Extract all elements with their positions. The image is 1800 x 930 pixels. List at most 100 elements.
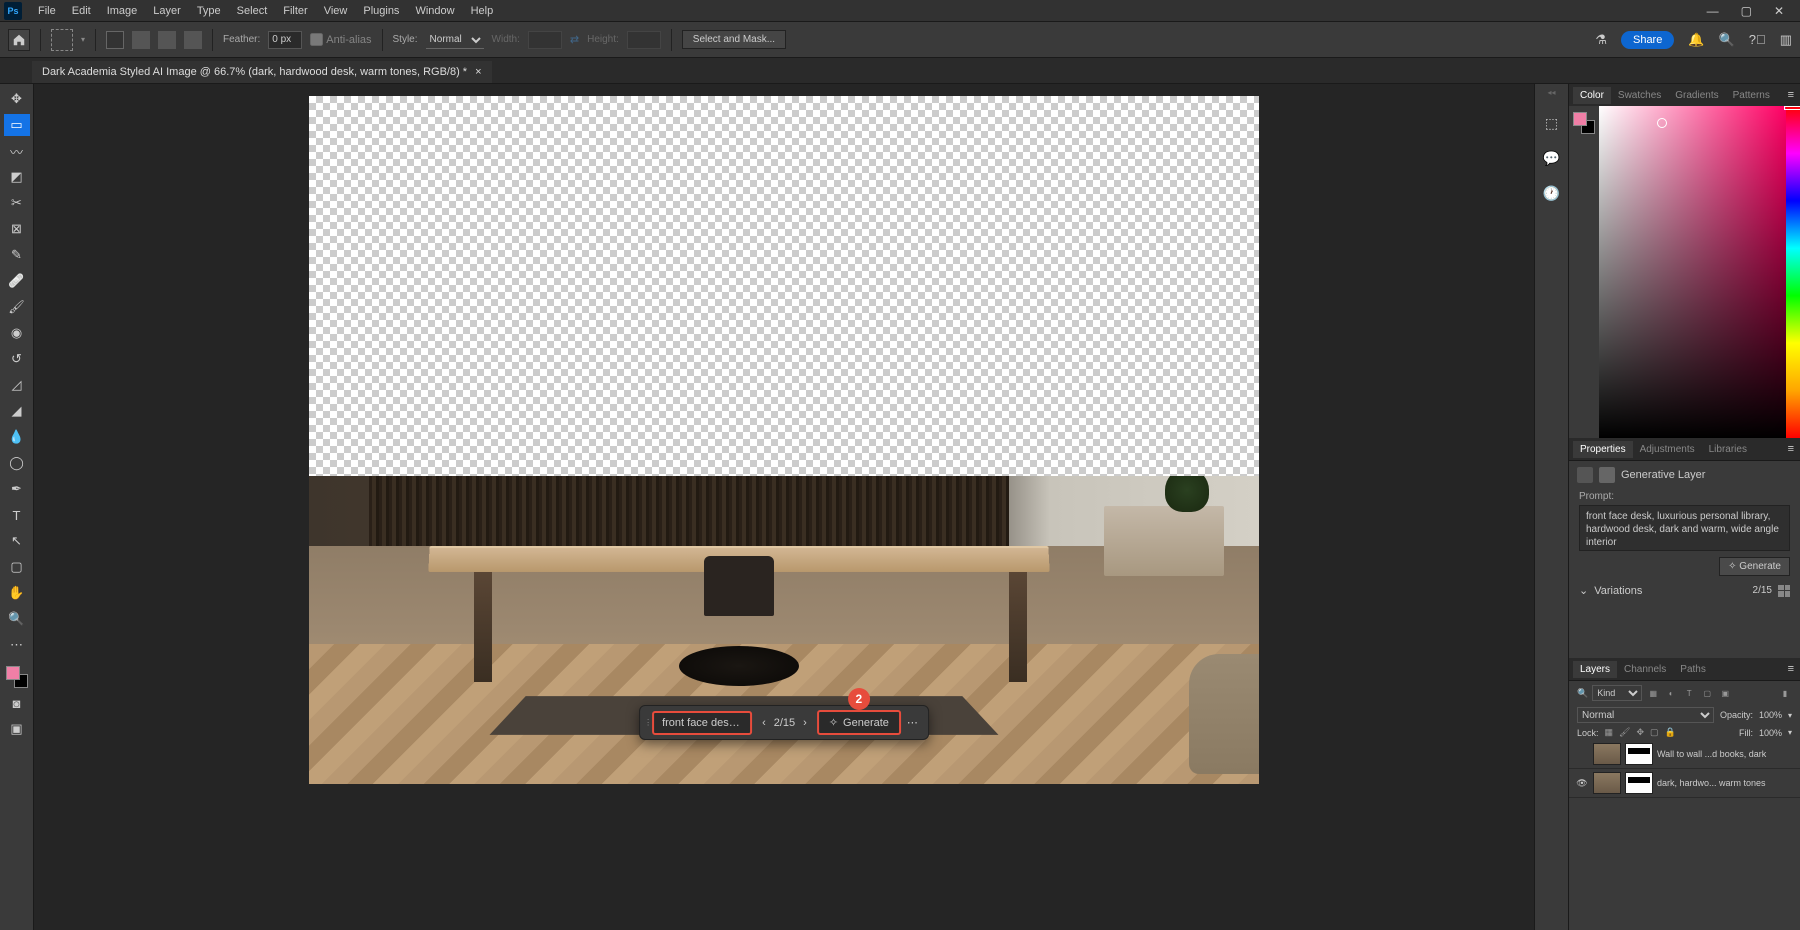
menu-filter[interactable]: Filter (275, 3, 315, 19)
menu-window[interactable]: Window (407, 3, 462, 19)
brush-panel-icon[interactable]: ⬚ (1545, 115, 1558, 132)
filter-smart-icon[interactable]: ▣ (1718, 686, 1732, 700)
menu-edit[interactable]: Edit (64, 3, 99, 19)
next-variation-icon[interactable]: › (799, 715, 811, 731)
lock-position-icon[interactable]: ✥ (1636, 727, 1644, 738)
hand-tool[interactable]: ✋ (4, 582, 30, 604)
tab-libraries[interactable]: Libraries (1702, 441, 1754, 458)
dodge-tool[interactable]: ◯ (4, 452, 30, 474)
prompt-input[interactable]: 1 front face desk,... (652, 711, 752, 735)
rectangle-tool[interactable]: ▢ (4, 556, 30, 578)
search-icon[interactable]: 🔍 (1719, 32, 1735, 48)
layer-visibility-toggle[interactable]: 👁 (1575, 778, 1589, 789)
layer-filter-select[interactable]: Kind (1592, 685, 1642, 701)
variations-grid-icon[interactable] (1778, 585, 1790, 597)
tab-color[interactable]: Color (1573, 87, 1611, 104)
layers-panel-menu-icon[interactable]: ≡ (1782, 663, 1800, 675)
healing-brush-tool[interactable]: 🩹 (4, 270, 30, 292)
properties-generate-button[interactable]: ✧ Generate (1719, 557, 1790, 576)
gradient-tool[interactable]: ◢ (4, 400, 30, 422)
opacity-dropdown-icon[interactable]: ▾ (1788, 711, 1792, 720)
tab-gradients[interactable]: Gradients (1668, 87, 1725, 104)
marquee-tool[interactable]: ▭ (4, 114, 30, 136)
maximize-icon[interactable]: ▢ (1741, 4, 1752, 18)
home-button[interactable] (8, 29, 30, 51)
eraser-tool[interactable]: ◿ (4, 374, 30, 396)
document-tab[interactable]: Dark Academia Styled AI Image @ 66.7% (d… (32, 61, 492, 83)
brush-tool[interactable]: 🖌 (4, 296, 30, 318)
dropdown-icon[interactable]: ▾ (81, 35, 85, 44)
flask-icon[interactable]: ⚗ (1595, 32, 1607, 48)
close-icon[interactable]: ✕ (1774, 4, 1784, 18)
tab-patterns[interactable]: Patterns (1726, 87, 1777, 104)
menu-file[interactable]: File (30, 3, 64, 19)
layer-mask-thumbnail[interactable] (1625, 743, 1653, 765)
lock-artboard-icon[interactable]: ▢ (1650, 727, 1659, 738)
clone-stamp-tool[interactable]: ◉ (4, 322, 30, 344)
selection-intersect-icon[interactable] (184, 31, 202, 49)
filter-pixel-icon[interactable]: ▦ (1646, 686, 1660, 700)
layer-name[interactable]: dark, hardwo... warm tones (1657, 778, 1794, 788)
blend-mode-select[interactable]: Normal (1577, 707, 1714, 723)
blur-tool[interactable]: 💧 (4, 426, 30, 448)
menu-type[interactable]: Type (189, 3, 229, 19)
menu-image[interactable]: Image (99, 3, 146, 19)
selection-add-icon[interactable] (132, 31, 150, 49)
menu-help[interactable]: Help (463, 3, 502, 19)
lock-all-icon[interactable]: 🔒 (1665, 727, 1676, 738)
prompt-textarea[interactable]: front face desk, luxurious personal libr… (1579, 505, 1790, 551)
opacity-value[interactable]: 100% (1759, 710, 1782, 720)
pen-tool[interactable]: ✒ (4, 478, 30, 500)
frame-tool[interactable]: ⊠ (4, 218, 30, 240)
lock-image-icon[interactable]: 🖌 (1619, 727, 1630, 738)
lock-transparency-icon[interactable]: ▦ (1605, 727, 1614, 738)
zoom-tool[interactable]: 🔍 (4, 608, 30, 630)
tab-swatches[interactable]: Swatches (1611, 87, 1668, 104)
tab-channels[interactable]: Channels (1617, 661, 1673, 678)
object-selection-tool[interactable]: ◩ (4, 166, 30, 188)
prev-variation-icon[interactable]: ‹ (758, 715, 770, 731)
variations-expand-icon[interactable]: ⌄ (1579, 584, 1588, 597)
marquee-tool-icon[interactable] (51, 29, 73, 51)
fill-value[interactable]: 100% (1759, 728, 1782, 738)
screen-mode-tool[interactable]: ▣ (4, 718, 30, 740)
move-tool[interactable]: ✥ (4, 88, 30, 110)
edit-toolbar[interactable]: ⋯ (4, 634, 30, 656)
selection-subtract-icon[interactable] (158, 31, 176, 49)
history-panel-icon[interactable]: 🕐 (1543, 185, 1560, 202)
canvas-area[interactable]: ⋮⋮ 1 front face desk,... ‹ 2/15 › 2 ✧ Ge… (34, 84, 1534, 930)
tab-paths[interactable]: Paths (1673, 661, 1713, 678)
document-canvas[interactable] (309, 96, 1259, 784)
menu-layer[interactable]: Layer (145, 3, 189, 19)
help-icon[interactable]: ?⃝ (1749, 32, 1766, 47)
comments-panel-icon[interactable]: 💬 (1543, 150, 1560, 167)
fill-dropdown-icon[interactable]: ▾ (1788, 728, 1792, 737)
more-options-icon[interactable]: ⋯ (901, 712, 924, 733)
layer-name[interactable]: Wall to wall ...d books, dark (1657, 749, 1794, 759)
generate-button[interactable]: 2 ✧ Generate (817, 710, 901, 735)
history-brush-tool[interactable]: ↺ (4, 348, 30, 370)
feather-input[interactable] (268, 31, 302, 49)
eyedropper-tool[interactable]: ✎ (4, 244, 30, 266)
layer-row[interactable]: 👁 dark, hardwo... warm tones (1569, 769, 1800, 798)
color-panel-menu-icon[interactable]: ≡ (1782, 89, 1800, 101)
properties-panel-menu-icon[interactable]: ≡ (1782, 443, 1800, 455)
tab-adjustments[interactable]: Adjustments (1633, 441, 1702, 458)
color-swatches[interactable] (6, 666, 28, 688)
color-fg-bg-swatch[interactable] (1569, 106, 1599, 438)
crop-tool[interactable]: ✂ (4, 192, 30, 214)
layer-row[interactable]: Wall to wall ...d books, dark (1569, 740, 1800, 769)
filter-toggle-icon[interactable]: ▮ (1778, 686, 1792, 700)
text-tool[interactable]: T (4, 504, 30, 526)
layer-thumbnail[interactable] (1593, 743, 1621, 765)
selection-new-icon[interactable] (106, 31, 124, 49)
filter-adjust-icon[interactable]: ◐ (1664, 686, 1678, 700)
color-field[interactable] (1599, 106, 1786, 438)
path-selection-tool[interactable]: ↖ (4, 530, 30, 552)
layer-thumbnail[interactable] (1593, 772, 1621, 794)
menu-select[interactable]: Select (229, 3, 276, 19)
filter-type-icon[interactable]: T (1682, 686, 1696, 700)
tab-layers[interactable]: Layers (1573, 661, 1617, 678)
tab-close-icon[interactable]: × (475, 66, 481, 78)
select-and-mask-button[interactable]: Select and Mask... (682, 30, 786, 49)
